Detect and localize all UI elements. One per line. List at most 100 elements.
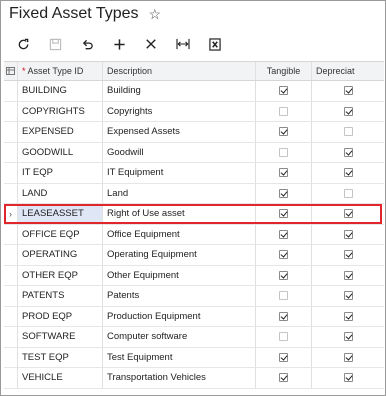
- add-icon[interactable]: [103, 33, 135, 55]
- table-row[interactable]: OTHER EQP Other Equipment: [4, 265, 384, 286]
- table-row[interactable]: SOFTWARE Computer software: [4, 327, 384, 348]
- table-row[interactable]: IT EQP IT Equipment: [4, 163, 384, 184]
- star-icon[interactable]: ☆: [149, 6, 162, 23]
- depreciable-checkbox[interactable]: [343, 373, 353, 383]
- cell-description[interactable]: Office Equipment: [103, 224, 256, 244]
- row-selector[interactable]: [4, 101, 18, 121]
- row-selector-header[interactable]: [4, 62, 18, 80]
- row-selector[interactable]: [4, 163, 18, 183]
- cell-description[interactable]: Patents: [103, 286, 256, 306]
- cell-description[interactable]: Operating Equipment: [103, 245, 256, 265]
- table-row[interactable]: BUILDING Building: [4, 81, 384, 102]
- depreciable-checkbox[interactable]: [343, 147, 353, 157]
- tangible-checkbox[interactable]: [279, 86, 288, 96]
- row-selector[interactable]: [4, 327, 18, 347]
- tangible-checkbox[interactable]: [279, 209, 288, 219]
- cell-asset-type-id[interactable]: EXPENSED: [18, 122, 103, 142]
- tangible-checkbox[interactable]: [279, 147, 288, 157]
- cell-description[interactable]: Computer software: [103, 327, 256, 347]
- row-selector[interactable]: [4, 347, 18, 367]
- export-excel-icon[interactable]: [199, 33, 231, 55]
- tangible-checkbox[interactable]: [279, 127, 288, 137]
- cell-asset-type-id[interactable]: OPERATING: [18, 245, 103, 265]
- refresh-icon[interactable]: [7, 33, 39, 55]
- depreciable-checkbox[interactable]: [343, 332, 353, 342]
- table-row[interactable]: LAND Land: [4, 183, 384, 204]
- row-selector[interactable]: [4, 81, 18, 101]
- col-header-depreciable[interactable]: Depreciat: [312, 62, 384, 80]
- depreciable-checkbox[interactable]: [343, 352, 353, 362]
- tangible-checkbox[interactable]: [279, 311, 288, 321]
- row-selector[interactable]: ›: [4, 204, 18, 224]
- cell-description[interactable]: Right of Use asset: [103, 204, 256, 224]
- tangible-checkbox[interactable]: [279, 250, 288, 260]
- tangible-checkbox[interactable]: [279, 291, 288, 301]
- row-selector[interactable]: [4, 224, 18, 244]
- table-row[interactable]: PATENTS Patents: [4, 286, 384, 307]
- cell-asset-type-id[interactable]: GOODWILL: [18, 142, 103, 162]
- depreciable-checkbox[interactable]: [343, 127, 353, 137]
- row-selector[interactable]: [4, 306, 18, 326]
- tangible-checkbox[interactable]: [279, 106, 288, 116]
- cell-asset-type-id[interactable]: IT EQP: [18, 163, 103, 183]
- depreciable-checkbox[interactable]: [343, 229, 353, 239]
- cell-description[interactable]: Building: [103, 81, 256, 101]
- cell-asset-type-id[interactable]: OFFICE EQP: [18, 224, 103, 244]
- depreciable-checkbox[interactable]: [343, 209, 353, 219]
- cell-asset-type-id[interactable]: BUILDING: [18, 81, 103, 101]
- cell-description[interactable]: Test Equipment: [103, 347, 256, 367]
- row-selector[interactable]: [4, 183, 18, 203]
- table-row[interactable]: OPERATING Operating Equipment: [4, 245, 384, 266]
- cell-asset-type-id[interactable]: PROD EQP: [18, 306, 103, 326]
- table-row[interactable]: PROD EQP Production Equipment: [4, 306, 384, 327]
- col-header-tangible[interactable]: Tangible: [256, 62, 312, 80]
- table-row[interactable]: TEST EQP Test Equipment: [4, 347, 384, 368]
- cell-asset-type-id[interactable]: OTHER EQP: [18, 265, 103, 285]
- fit-columns-icon[interactable]: [167, 33, 199, 55]
- depreciable-checkbox[interactable]: [343, 106, 353, 116]
- table-row[interactable]: VEHICLE Transportation Vehicles: [4, 368, 384, 389]
- row-selector[interactable]: [4, 265, 18, 285]
- row-selector[interactable]: [4, 142, 18, 162]
- depreciable-checkbox[interactable]: [343, 168, 353, 178]
- cell-asset-type-id[interactable]: LEASEASSET: [18, 204, 103, 224]
- tangible-checkbox[interactable]: [279, 168, 288, 178]
- row-selector[interactable]: [4, 286, 18, 306]
- cell-asset-type-id[interactable]: VEHICLE: [18, 368, 103, 388]
- depreciable-checkbox[interactable]: [343, 311, 353, 321]
- col-header-description[interactable]: Description: [103, 62, 256, 80]
- cell-description[interactable]: IT Equipment: [103, 163, 256, 183]
- tangible-checkbox[interactable]: [279, 270, 288, 280]
- cell-asset-type-id[interactable]: LAND: [18, 183, 103, 203]
- grid-settings-icon[interactable]: [6, 67, 15, 75]
- save-icon[interactable]: [39, 33, 71, 55]
- cell-description[interactable]: Production Equipment: [103, 306, 256, 326]
- depreciable-checkbox[interactable]: [343, 86, 353, 96]
- depreciable-checkbox[interactable]: [343, 250, 353, 260]
- cell-description[interactable]: Goodwill: [103, 142, 256, 162]
- depreciable-checkbox[interactable]: [343, 188, 353, 198]
- cell-description[interactable]: Copyrights: [103, 101, 256, 121]
- cell-description[interactable]: Transportation Vehicles: [103, 368, 256, 388]
- cell-description[interactable]: Expensed Assets: [103, 122, 256, 142]
- col-header-asset-type-id[interactable]: * Asset Type ID: [18, 62, 103, 80]
- depreciable-checkbox[interactable]: [343, 270, 353, 280]
- tangible-checkbox[interactable]: [279, 332, 288, 342]
- table-row[interactable]: COPYRIGHTS Copyrights: [4, 101, 384, 122]
- undo-icon[interactable]: [71, 33, 103, 55]
- table-row[interactable]: OFFICE EQP Office Equipment: [4, 224, 384, 245]
- table-row[interactable]: EXPENSED Expensed Assets: [4, 122, 384, 143]
- cell-description[interactable]: Land: [103, 183, 256, 203]
- cell-asset-type-id[interactable]: PATENTS: [18, 286, 103, 306]
- table-row[interactable]: › LEASEASSET Right of Use asset: [4, 204, 384, 225]
- cell-asset-type-id[interactable]: SOFTWARE: [18, 327, 103, 347]
- cell-asset-type-id[interactable]: TEST EQP: [18, 347, 103, 367]
- row-selector[interactable]: [4, 122, 18, 142]
- table-row[interactable]: GOODWILL Goodwill: [4, 142, 384, 163]
- tangible-checkbox[interactable]: [279, 229, 288, 239]
- delete-icon[interactable]: [135, 33, 167, 55]
- depreciable-checkbox[interactable]: [343, 291, 353, 301]
- tangible-checkbox[interactable]: [279, 373, 288, 383]
- row-selector[interactable]: [4, 368, 18, 388]
- cell-asset-type-id[interactable]: COPYRIGHTS: [18, 101, 103, 121]
